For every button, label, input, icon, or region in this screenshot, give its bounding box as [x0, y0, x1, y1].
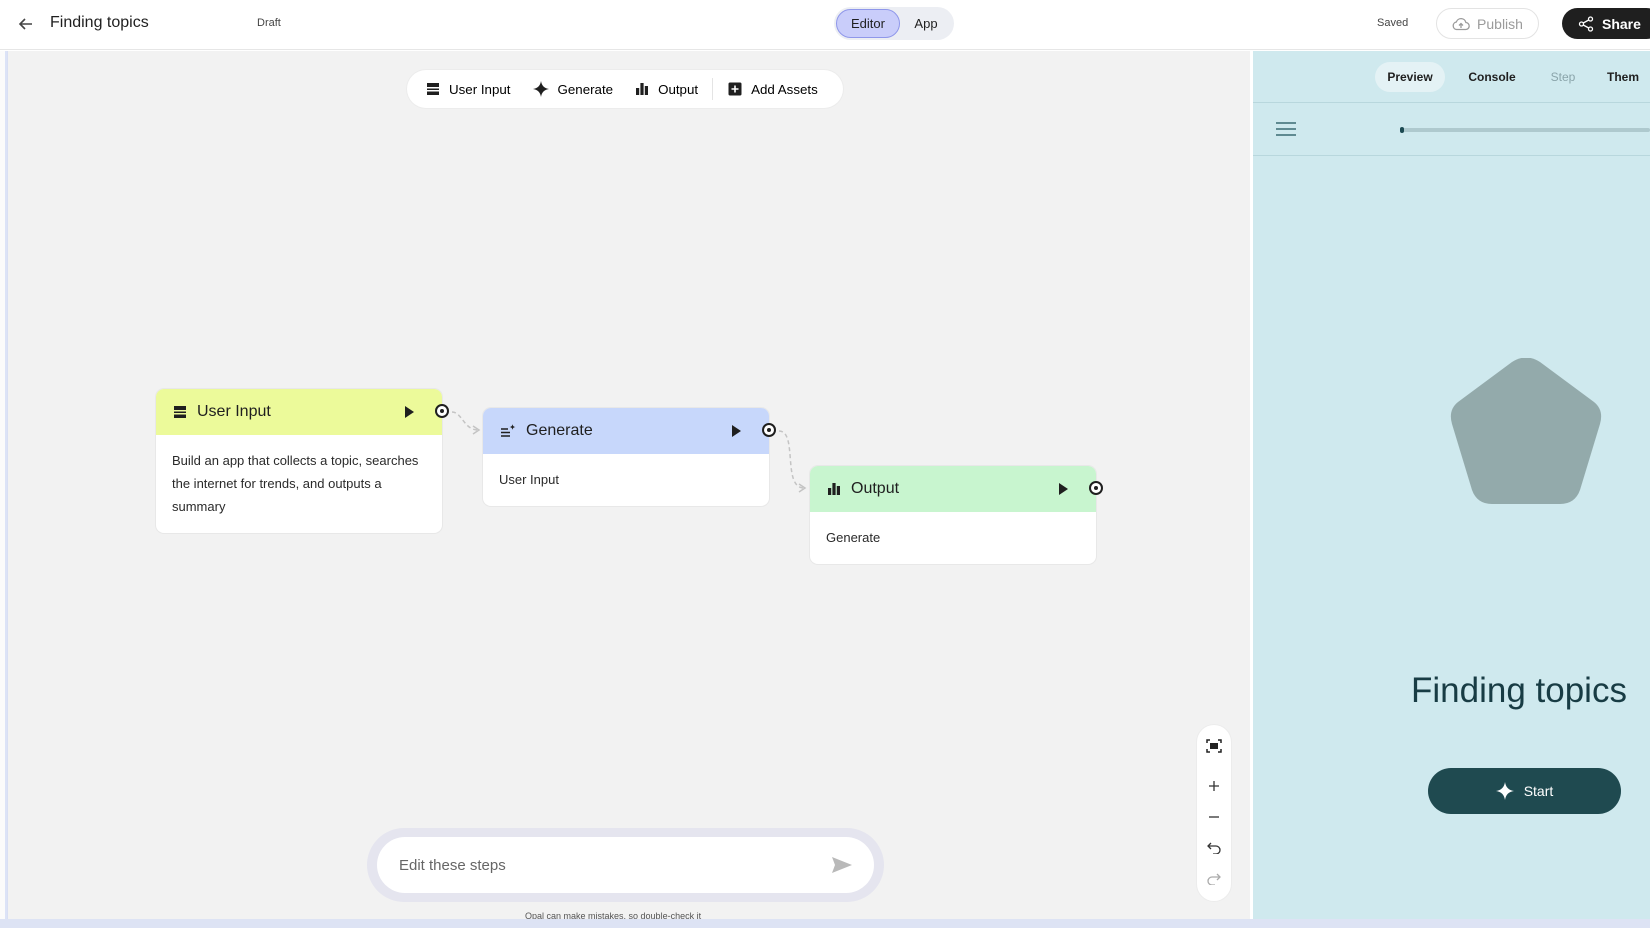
output-port[interactable]	[435, 404, 449, 418]
bar-chart-icon	[828, 483, 840, 495]
fit-view-button[interactable]	[1197, 734, 1231, 758]
node-title: User Input	[197, 403, 271, 420]
plus-icon	[1209, 781, 1219, 791]
generate-text-icon	[501, 424, 516, 437]
zoom-out-button[interactable]	[1197, 805, 1231, 829]
publish-button[interactable]: Publish	[1436, 8, 1539, 39]
node-generate-header[interactable]: Generate	[483, 408, 769, 454]
play-icon[interactable]	[1059, 483, 1068, 495]
saved-status: Saved	[1377, 17, 1409, 29]
undo-button[interactable]	[1197, 836, 1231, 860]
edit-steps-input[interactable]	[399, 854, 799, 876]
tab-console[interactable]: Console	[1461, 62, 1523, 92]
hamburger-menu-icon	[1276, 121, 1296, 136]
redo-button[interactable]	[1197, 867, 1231, 891]
output-port[interactable]	[762, 423, 776, 437]
node-title: Output	[851, 480, 900, 497]
app-logo-shape	[1450, 358, 1602, 504]
cloud-upload-icon	[1452, 17, 1470, 30]
tab-preview[interactable]: Preview	[1375, 62, 1445, 92]
node-title: Generate	[526, 422, 593, 439]
send-button[interactable]	[829, 853, 855, 877]
preview-app-title: Finding topics	[1411, 671, 1627, 710]
zoom-in-button[interactable]	[1197, 774, 1231, 798]
menu-button[interactable]	[1274, 118, 1298, 142]
canvas-controls	[1197, 725, 1231, 901]
start-label: Start	[1523, 783, 1554, 799]
tab-theme[interactable]: Them	[1607, 62, 1650, 92]
progress-fill	[1400, 127, 1404, 133]
preview-panel: Preview Console Step Them Finding topics…	[1253, 51, 1650, 919]
play-icon[interactable]	[732, 425, 741, 437]
user-input-icon	[174, 406, 186, 418]
share-label: Share	[1602, 15, 1641, 32]
sparkle-icon	[1495, 782, 1514, 800]
publish-label: Publish	[1477, 15, 1523, 32]
tab-step[interactable]: Step	[1541, 62, 1585, 92]
fit-screen-icon	[1206, 739, 1222, 753]
start-button[interactable]: Start	[1428, 768, 1621, 814]
node-generate[interactable]: Generate User Input	[483, 408, 776, 506]
progress-bar	[1400, 127, 1650, 133]
redo-icon	[1207, 873, 1221, 885]
node-body: Build an app that collects a topic, sear…	[172, 453, 419, 514]
minus-icon	[1209, 816, 1219, 818]
node-body: Generate	[826, 530, 881, 545]
node-user-input-header[interactable]: User Input	[156, 389, 442, 435]
node-output[interactable]: Output Generate	[810, 466, 1103, 564]
play-icon[interactable]	[405, 406, 414, 418]
share-button[interactable]: Share	[1562, 8, 1650, 39]
node-user-input[interactable]: User Input Build an app that collects a …	[156, 389, 449, 533]
connector-generate-output	[778, 430, 805, 489]
node-output-header[interactable]: Output	[810, 466, 1096, 512]
preview-toolbar	[1253, 104, 1650, 156]
output-port[interactable]	[1089, 481, 1103, 495]
undo-icon	[1207, 842, 1221, 854]
send-icon	[832, 857, 852, 873]
prompt-container	[367, 828, 884, 902]
node-body: User Input	[499, 472, 559, 487]
panel-tabs: Preview Console Step Them	[1253, 51, 1650, 103]
prompt-box	[377, 837, 874, 893]
bottom-edge-rail	[0, 919, 1650, 928]
share-icon	[1578, 15, 1594, 32]
